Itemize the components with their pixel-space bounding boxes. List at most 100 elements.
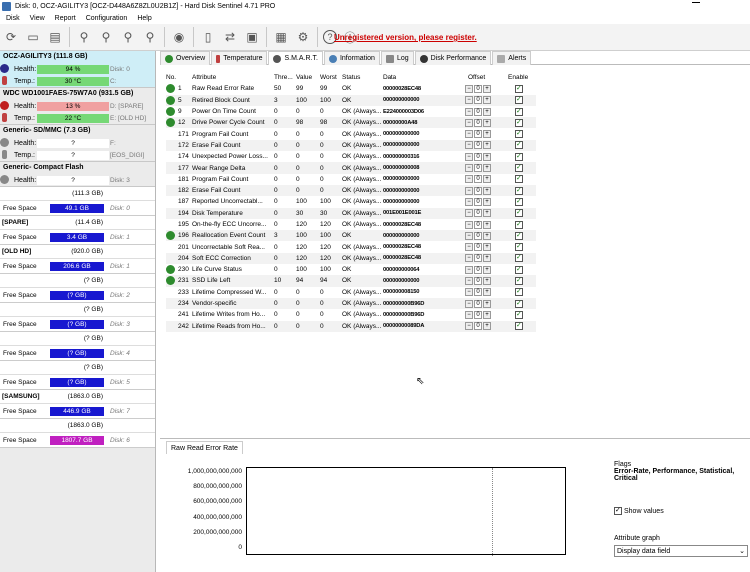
short-test-icon[interactable]: ⚲ — [119, 28, 137, 46]
plus-icon[interactable]: + — [483, 164, 491, 173]
enable-checkbox[interactable] — [515, 197, 523, 206]
col-enable[interactable]: Enable — [508, 74, 528, 81]
col-no[interactable]: No. — [166, 74, 176, 81]
table-row[interactable]: 201 Uncorrectable Soft Rea... 0 120 120 OK (A… — [166, 241, 536, 252]
checkbox-icon[interactable] — [614, 506, 622, 515]
offset-stepper[interactable]: −0 + — [465, 209, 492, 218]
minus-icon[interactable]: − — [465, 197, 473, 206]
refresh-icon[interactable]: ⟳ — [2, 28, 20, 46]
globe-icon[interactable]: ◉ — [170, 28, 188, 46]
table-row[interactable]: 181 Program Fail Count 0 0 0 OK (Always... 000… — [166, 174, 536, 185]
offset-stepper[interactable]: −0 + — [465, 96, 492, 105]
offset-stepper[interactable]: −0 + — [465, 141, 492, 150]
enable-checkbox[interactable] — [515, 265, 523, 274]
settings-icon[interactable]: ⚙ — [294, 28, 312, 46]
surface-test-icon[interactable]: ⚲ — [97, 28, 115, 46]
offset-stepper[interactable]: −0 + — [465, 299, 492, 308]
minus-icon[interactable]: − — [465, 209, 473, 218]
table-row[interactable]: 233 Lifetime Compressed W... 0 0 0 OK (Always… — [166, 287, 536, 298]
table-row[interactable]: 196 Reallocation Event Count 3 100 100 OK 0000… — [166, 230, 536, 242]
col-data[interactable]: Data — [383, 74, 453, 81]
plus-icon[interactable]: + — [483, 276, 491, 285]
minus-icon[interactable]: − — [465, 118, 473, 127]
enable-checkbox[interactable] — [515, 186, 523, 195]
table-row[interactable]: 241 Lifetime Writes from Ho... 0 0 0 OK (Alwa… — [166, 309, 536, 320]
plus-icon[interactable]: + — [483, 197, 491, 206]
table-row[interactable]: 182 Erase Fail Count 0 0 0 OK (Always... 00000… — [166, 184, 536, 197]
display-field-select[interactable]: Display data field ⌄ — [614, 545, 748, 557]
disk-item-2[interactable]: Generic- SD/MMC (7.3 GB) Health: ? F: Te… — [0, 125, 155, 162]
tab-disk-performance[interactable]: Disk Performance — [414, 51, 492, 65]
minus-icon[interactable]: − — [465, 231, 473, 240]
enable-checkbox[interactable] — [515, 118, 523, 127]
volume-free-space[interactable]: Free Space (? GB) Disk: 5 — [0, 375, 155, 390]
table-row[interactable]: 187 Reported Uncorrectabl... 0 100 100 OK (Al… — [166, 196, 536, 207]
table-row[interactable]: 231 SSD Life Left 10 94 94 OK 000000000000 −0 + — [166, 275, 536, 287]
volume-free-space[interactable]: Free Space 1807.7 GB Disk: 6 — [0, 433, 155, 448]
offset-stepper[interactable]: −0 + — [465, 84, 492, 93]
enable-checkbox[interactable] — [515, 163, 523, 173]
enable-checkbox[interactable] — [515, 140, 523, 150]
menu-view[interactable]: View — [30, 15, 45, 22]
minimize-button[interactable] — [692, 2, 700, 3]
plus-icon[interactable]: + — [483, 130, 491, 139]
plus-icon[interactable]: + — [483, 243, 491, 252]
col-threshold[interactable]: Thre... — [274, 74, 294, 81]
plus-icon[interactable]: + — [483, 265, 491, 274]
tab-information[interactable]: Information — [323, 51, 380, 65]
enable-checkbox[interactable] — [515, 287, 523, 297]
minus-icon[interactable]: − — [465, 299, 473, 308]
volume-free-space[interactable]: Free Space 446.9 GB Disk: 7 — [0, 404, 155, 419]
test-icon[interactable]: ⚲ — [75, 28, 93, 46]
document-icon[interactable]: ▯ — [199, 28, 217, 46]
volume-free-space[interactable]: Free Space 3.4 GB Disk: 1 — [0, 230, 155, 245]
offset-stepper[interactable]: −0 + — [465, 288, 492, 297]
plus-icon[interactable]: + — [483, 254, 491, 263]
table-row[interactable]: 172 Erase Fail Count 0 0 0 OK (Always... 00000… — [166, 139, 536, 152]
plus-icon[interactable]: + — [483, 220, 491, 229]
volume-free-space[interactable]: Free Space (? GB) Disk: 4 — [0, 346, 155, 361]
minus-icon[interactable]: − — [465, 152, 473, 161]
table-row[interactable]: 9 Power On Time Count 0 0 0 OK (Always... E224… — [166, 106, 536, 117]
offset-stepper[interactable]: −0 + — [465, 243, 492, 252]
minus-icon[interactable]: − — [465, 288, 473, 297]
offset-stepper[interactable]: −0 + — [465, 197, 492, 206]
table-row[interactable]: 194 Disk Temperature 0 30 30 OK (Always... 001… — [166, 207, 536, 219]
volume-free-space[interactable]: Free Space 206.6 GB Disk: 1 — [0, 259, 155, 274]
enable-checkbox[interactable] — [515, 321, 523, 331]
enable-checkbox[interactable] — [515, 220, 523, 229]
enable-checkbox[interactable] — [515, 84, 523, 93]
enable-checkbox[interactable] — [515, 95, 523, 105]
table-row[interactable]: 195 On-the-fly ECC Uncorre... 0 120 120 OK (A… — [166, 219, 536, 230]
volume-free-space[interactable]: Free Space (? GB) Disk: 3 — [0, 317, 155, 332]
minus-icon[interactable]: − — [465, 310, 473, 319]
minus-icon[interactable]: − — [465, 186, 473, 195]
plus-icon[interactable]: + — [483, 96, 491, 105]
table-row[interactable]: 242 Lifetime Reads from Ho... 0 0 0 OK (Alway… — [166, 320, 536, 332]
monitor-icon[interactable]: ▦ — [272, 28, 290, 46]
minus-icon[interactable]: − — [465, 220, 473, 229]
plus-icon[interactable]: + — [483, 231, 491, 240]
offset-stepper[interactable]: −0 + — [465, 164, 492, 173]
show-values-checkbox[interactable]: Show values — [614, 506, 664, 515]
tab-smart[interactable]: S.M.A.R.T. — [268, 51, 323, 65]
offset-stepper[interactable]: −0 + — [465, 175, 492, 184]
table-row[interactable]: 12 Drive Power Cycle Count 0 98 98 OK (Always… — [166, 117, 536, 129]
offset-stepper[interactable]: −0 + — [465, 254, 492, 263]
table-row[interactable]: 234 Vendor-specific 0 0 0 OK (Always... 000000… — [166, 297, 536, 310]
sync-icon[interactable]: ⇄ — [221, 28, 239, 46]
table-row[interactable]: 5 Retired Block Count 3 100 100 OK 00000000000… — [166, 94, 536, 106]
offset-stepper[interactable]: −0 + — [465, 118, 492, 127]
enable-checkbox[interactable] — [515, 299, 523, 308]
minus-icon[interactable]: − — [465, 164, 473, 173]
offset-stepper[interactable]: −0 + — [465, 322, 492, 331]
table-row[interactable]: 171 Program Fail Count 0 0 0 OK (Always... 000… — [166, 128, 536, 139]
minus-icon[interactable]: − — [465, 141, 473, 150]
enable-checkbox[interactable] — [515, 253, 523, 263]
table-row[interactable]: 1 Raw Read Error Rate 50 99 99 OK 00000028EC48… — [166, 83, 536, 94]
enable-checkbox[interactable] — [515, 276, 523, 285]
minus-icon[interactable]: − — [465, 84, 473, 93]
offset-stepper[interactable]: −0 + — [465, 231, 492, 240]
minus-icon[interactable]: − — [465, 96, 473, 105]
menu-configuration[interactable]: Configuration — [86, 15, 128, 22]
